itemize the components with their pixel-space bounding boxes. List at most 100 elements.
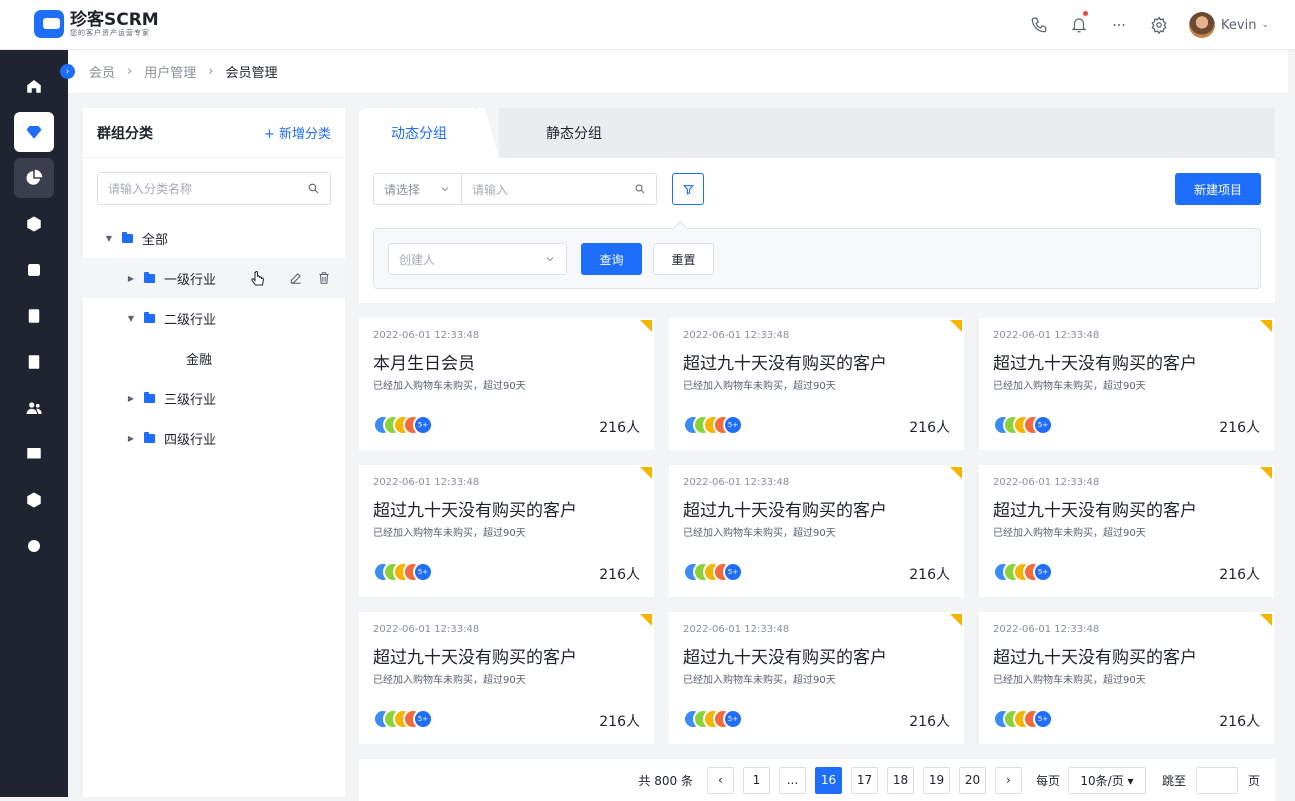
breadcrumb-item[interactable]: 会员 [89,62,115,81]
corner-flag [640,320,652,332]
tab-bar: 动态分组 静态分组 [359,108,1275,158]
filter-icon [682,184,694,195]
card-date: 2022-06-01 12:33:48 [683,477,790,488]
tab-static-group[interactable]: 静态分组 [499,108,649,158]
tree-node-all[interactable]: ▼ 全部 [83,218,345,258]
next-page-button[interactable]: › [994,766,1022,794]
group-card[interactable]: 2022-06-01 12:33:48 超过九十天没有购买的客户 已经加入购物车未购… [979,612,1274,744]
user-menu[interactable]: Kevin ⌄ [1189,12,1269,38]
keyword-input[interactable]: 请输入 [462,173,657,205]
breadcrumb-item[interactable]: 用户管理 [144,62,196,81]
sidebar-collapse-button[interactable]: › [60,64,75,79]
edit-icon[interactable] [289,271,303,285]
group-card[interactable]: 2022-06-01 12:33:48 超过九十天没有购买的客户 已经加入购物车未购… [669,465,964,597]
page-button[interactable]: 17 [850,766,878,794]
diamond-icon[interactable] [14,112,54,152]
add-category-button[interactable]: + 新增分类 [264,123,331,142]
top-bar: 珍客SCRM 您的客户资产运营专家 Kevin ⌄ [0,0,1295,50]
page-button[interactable]: 19 [922,766,950,794]
group-card[interactable]: 2022-06-01 12:33:48 超过九十天没有购买的客户 已经加入购物车未购… [359,612,654,744]
caret-right-icon[interactable]: ▶ [125,434,137,443]
tab-dynamic-group[interactable]: 动态分组 [359,108,479,158]
page-scrollbar[interactable] [1288,50,1295,797]
new-project-button[interactable]: 新建项目 [1175,173,1261,205]
app-logo[interactable]: 珍客SCRM 您的客户资产运营专家 [34,10,159,38]
field-select[interactable]: 请选择 [373,173,462,205]
trash-icon[interactable] [317,271,331,285]
card-title: 本月生日会员 [373,354,475,374]
tree-node-level1[interactable]: ▶ 一级行业 [83,258,345,298]
page-ellipsis[interactable]: ... [778,766,806,794]
more-members-badge: 5+ [1033,562,1053,582]
tree-node-level4[interactable]: ▶ 四级行业 [83,418,345,458]
member-count: 216人 [909,714,950,730]
group-card[interactable]: 2022-06-01 12:33:48 超过九十天没有购买的客户 已经加入购物车未购… [669,612,964,744]
group-card[interactable]: 2022-06-01 12:33:48 本月生日会员 已经加入购物车未购买，超过90… [359,318,654,450]
filter-button[interactable] [672,173,704,205]
page-button[interactable]: 18 [886,766,914,794]
card-date: 2022-06-01 12:33:48 [683,330,790,341]
box-icon[interactable] [14,250,54,290]
notification-dot [1083,11,1089,16]
jump-page-input[interactable] [1195,766,1238,794]
category-search-input[interactable]: 请输入分类名称 [97,172,331,205]
caret-right-icon[interactable]: ▶ [125,274,137,283]
query-button[interactable]: 查询 [581,243,642,275]
group-card[interactable]: 2022-06-01 12:33:48 超过九十天没有购买的客户 已经加入购物车未购… [979,318,1274,450]
reset-button[interactable]: 重置 [653,243,714,275]
folder-icon [144,431,155,443]
pie-chart-icon[interactable] [14,158,54,198]
logo-mark [34,10,64,38]
tree-node-label: 四级行业 [164,432,217,448]
checklist-icon[interactable] [14,296,54,336]
shield-icon[interactable] [14,480,54,520]
page-button[interactable]: 20 [958,766,986,794]
member-count: 216人 [1219,567,1260,583]
gear-icon[interactable] [1139,0,1179,50]
chevron-down-icon [441,187,449,192]
member-count: 216人 [909,420,950,436]
category-tree: ▼ 全部 ▶ 一级行业 ▼ 二级行业 金融 ▶ 三级行业 ▶ 四级行业 [83,218,345,458]
corner-flag [950,320,962,332]
bell-icon[interactable] [1059,0,1099,50]
card-date: 2022-06-01 12:33:48 [683,624,790,635]
tree-node-label: 一级行业 [164,272,217,288]
document-icon[interactable] [14,342,54,382]
page-button[interactable]: 1 [742,766,770,794]
tree-node-level2[interactable]: ▼ 二级行业 [83,298,345,338]
caret-down-icon[interactable]: ▼ [103,234,115,243]
users-icon[interactable] [14,388,54,428]
corner-flag [950,614,962,626]
home-icon[interactable] [14,66,54,106]
tree-node-level3[interactable]: ▶ 三级行业 [83,378,345,418]
member-avatars: 5+ [993,709,1053,729]
folder-icon [144,311,155,323]
creator-select[interactable]: 创建人 [388,243,567,275]
member-avatars: 5+ [373,415,433,435]
corner-flag [640,614,652,626]
member-count: 216人 [599,420,640,436]
card-description: 已经加入购物车未购买，超过90天 [993,528,1146,539]
more-icon[interactable] [1099,0,1139,50]
group-card[interactable]: 2022-06-01 12:33:48 超过九十天没有购买的客户 已经加入购物车未购… [359,465,654,597]
settings-icon[interactable] [14,526,54,566]
corner-flag [950,467,962,479]
trend-chart-icon[interactable] [14,434,54,474]
card-description: 已经加入购物车未购买，超过90天 [683,381,836,392]
tree-node-label: 金融 [186,352,213,368]
page-button[interactable]: 16 [814,766,842,794]
card-title: 超过九十天没有购买的客户 [373,501,577,521]
tree-node-finance[interactable]: 金融 [83,338,345,378]
group-card[interactable]: 2022-06-01 12:33:48 超过九十天没有购买的客户 已经加入购物车未购… [669,318,964,450]
prev-page-button[interactable]: ‹ [706,766,734,794]
card-date: 2022-06-01 12:33:48 [373,330,480,341]
phone-icon[interactable] [1019,0,1059,50]
caret-right-icon[interactable]: ▶ [125,394,137,403]
caret-down-icon[interactable]: ▼ [125,314,137,323]
group-card[interactable]: 2022-06-01 12:33:48 超过九十天没有购买的客户 已经加入购物车未购… [979,465,1274,597]
advanced-filter-panel: 创建人 查询 重置 [373,228,1261,289]
page-size-select[interactable]: 10条/页 ▾ [1067,766,1146,794]
more-members-badge: 5+ [723,709,743,729]
app-name: 珍客SCRM [70,9,159,30]
cube-chart-icon[interactable] [14,204,54,244]
